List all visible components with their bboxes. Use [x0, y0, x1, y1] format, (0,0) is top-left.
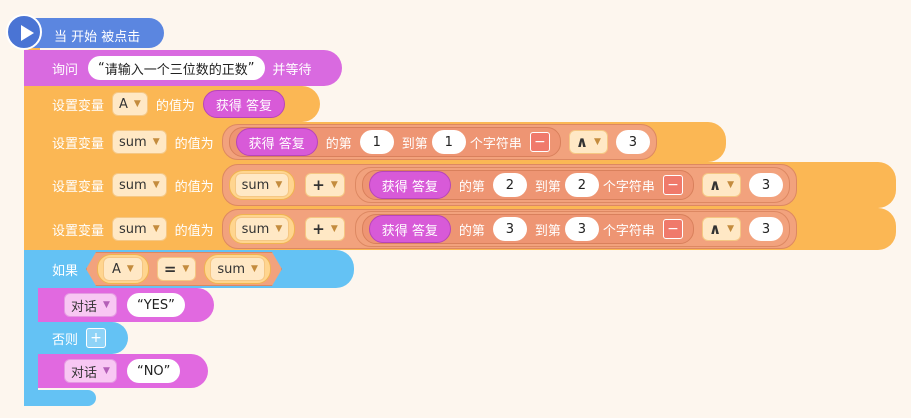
chars-label: 个字符串 — [602, 223, 655, 239]
to-label: 到第 — [534, 223, 561, 239]
add-else-if-icon[interactable]: + — [86, 328, 107, 348]
say-dropdown[interactable]: 对话 ▼ — [64, 293, 117, 317]
substring-reporter[interactable]: 获得 答复 的第 2 到第 2 个字符串 − — [361, 170, 694, 200]
say-yes-block[interactable]: 对话 ▼ “YES” — [38, 288, 214, 322]
value-label: 的值为 — [174, 136, 214, 152]
answer-reporter[interactable]: 获得 答复 — [368, 215, 451, 243]
else-label: 否则 — [52, 332, 79, 348]
chevron-down-icon: ▼ — [251, 264, 258, 274]
set-variable-sum-block-2[interactable]: 设置变量 sum ▼ 的值为 sum ▼ + ▼ 获得 答复 的第 2 到第 2 个字… — [24, 162, 896, 208]
set-label: 设置变量 — [52, 98, 105, 114]
answer-reporter[interactable]: 获得 答复 — [368, 171, 451, 199]
sum-variable-reporter[interactable]: sum ▼ — [204, 254, 271, 284]
sum-variable-reporter[interactable]: sum ▼ — [228, 214, 296, 244]
operator-dropdown[interactable]: ∧ ▼ — [568, 130, 608, 154]
say-dropdown[interactable]: 对话 ▼ — [64, 359, 117, 383]
hat-label: 当 开始 被点击 — [54, 30, 141, 45]
chevron-down-icon: ▼ — [152, 180, 160, 190]
play-icon — [6, 14, 42, 50]
from-index-input[interactable]: 2 — [492, 173, 527, 197]
if-else-footer — [24, 390, 96, 406]
sum-variable-reporter[interactable]: sum ▼ — [228, 170, 296, 200]
from-index-input[interactable]: 1 — [359, 130, 394, 154]
exponent-input[interactable]: 3 — [615, 130, 650, 154]
from-index-input[interactable]: 3 — [492, 217, 527, 241]
if-header[interactable]: 如果 A ▼ = ▼ sum ▼ — [24, 250, 354, 288]
variable-dropdown[interactable]: sum ▼ — [112, 130, 167, 154]
exponent-input[interactable]: 3 — [749, 217, 784, 241]
chevron-down-icon: ▼ — [275, 180, 283, 190]
to-index-input[interactable]: 3 — [564, 217, 599, 241]
left-variable-dropdown[interactable]: sum ▼ — [234, 217, 290, 241]
chevron-down-icon: ▼ — [182, 264, 190, 274]
plus-operator-dropdown[interactable]: + ▼ — [305, 173, 345, 197]
index-label: 的第 — [458, 179, 485, 195]
exponent-input[interactable]: 3 — [749, 173, 784, 197]
value-label: 的值为 — [155, 98, 195, 114]
chevron-down-icon: ▼ — [727, 224, 735, 234]
power-operator-reporter[interactable]: 获得 答复 的第 1 到第 1 个字符串 − ∧ ▼ 3 — [221, 124, 657, 160]
chevron-down-icon: ▼ — [594, 137, 601, 147]
operator-dropdown[interactable]: ∧ ▼ — [701, 217, 742, 241]
equals-operator-dropdown[interactable]: = ▼ — [157, 257, 197, 281]
to-label: 到第 — [534, 179, 561, 195]
equals-condition[interactable]: A ▼ = ▼ sum ▼ — [86, 252, 282, 286]
index-label: 的第 — [325, 136, 352, 152]
power-operator-reporter[interactable]: 获得 答复 的第 3 到第 3 个字符串 − ∧ ▼ 3 — [354, 211, 791, 247]
left-variable-dropdown[interactable]: sum ▼ — [234, 173, 290, 197]
to-index-input[interactable]: 1 — [431, 130, 466, 154]
set-variable-a-block[interactable]: 设置变量 A ▼ 的值为 获得 答复 — [24, 86, 320, 122]
set-variable-sum-block-1[interactable]: 设置变量 sum ▼ 的值为 获得 答复 的第 1 到第 1 个字符串 − ∧ ▼ … — [24, 122, 726, 162]
minus-icon[interactable]: − — [529, 132, 550, 152]
ask-label: 询问 — [52, 62, 79, 78]
chevron-down-icon: ▼ — [152, 224, 160, 234]
chevron-down-icon: ▼ — [727, 180, 735, 190]
power-operator-reporter[interactable]: 获得 答复 的第 2 到第 2 个字符串 − ∧ ▼ 3 — [354, 167, 791, 203]
substring-reporter[interactable]: 获得 答复 的第 1 到第 1 个字符串 − — [228, 127, 561, 157]
plus-operator-dropdown[interactable]: + ▼ — [305, 217, 345, 241]
chevron-down-icon: ▼ — [330, 224, 338, 234]
right-variable-dropdown[interactable]: sum ▼ — [210, 257, 265, 281]
say-no-block[interactable]: 对话 ▼ “NO” — [38, 354, 208, 388]
ask-block[interactable]: 询问 “请输入一个三位数的正数” 并等待 — [24, 50, 342, 86]
answer-reporter[interactable]: 获得 答复 — [202, 90, 285, 118]
else-header: 否则 + — [24, 322, 128, 354]
add-operator-reporter[interactable]: sum ▼ + ▼ 获得 答复 的第 3 到第 3 个字符串 − ∧ ▼ 3 — [221, 209, 798, 249]
say-text-input[interactable]: “NO” — [126, 359, 181, 383]
if-label: 如果 — [52, 263, 79, 279]
to-label: 到第 — [401, 136, 428, 152]
minus-icon[interactable]: − — [662, 175, 683, 195]
variable-dropdown[interactable]: sum ▼ — [112, 173, 167, 197]
set-label: 设置变量 — [52, 223, 105, 239]
ask-suffix: 并等待 — [272, 62, 312, 78]
chevron-down-icon: ▼ — [133, 99, 141, 109]
to-index-input[interactable]: 2 — [564, 173, 599, 197]
say-text-input[interactable]: “YES” — [126, 293, 185, 317]
chevron-down-icon: ▼ — [103, 300, 110, 310]
minus-icon[interactable]: − — [662, 219, 683, 239]
substring-reporter[interactable]: 获得 答复 的第 3 到第 3 个字符串 − — [361, 214, 694, 244]
answer-reporter[interactable]: 获得 答复 — [235, 128, 318, 156]
chevron-down-icon: ▼ — [152, 137, 160, 147]
chars-label: 个字符串 — [602, 179, 655, 195]
variable-dropdown[interactable]: A ▼ — [112, 92, 148, 116]
start-hat-block[interactable]: 当 开始 被点击 — [4, 14, 164, 50]
set-label: 设置变量 — [52, 136, 105, 152]
chevron-down-icon: ▼ — [275, 224, 283, 234]
chevron-down-icon: ▼ — [330, 180, 338, 190]
variable-dropdown[interactable]: sum ▼ — [112, 217, 167, 241]
chevron-down-icon: ▼ — [103, 366, 110, 376]
set-label: 设置变量 — [52, 179, 105, 195]
chars-label: 个字符串 — [469, 136, 522, 152]
ask-prompt-input[interactable]: “请输入一个三位数的正数” — [88, 56, 265, 80]
add-operator-reporter[interactable]: sum ▼ + ▼ 获得 答复 的第 2 到第 2 个字符串 − ∧ ▼ 3 — [221, 164, 798, 206]
chevron-down-icon: ▼ — [126, 264, 134, 274]
operator-dropdown[interactable]: ∧ ▼ — [701, 173, 742, 197]
value-label: 的值为 — [174, 223, 214, 239]
value-label: 的值为 — [174, 179, 214, 195]
set-variable-sum-block-3[interactable]: 设置变量 sum ▼ 的值为 sum ▼ + ▼ 获得 答复 的第 3 到第 3 个字… — [24, 208, 896, 250]
left-variable-dropdown[interactable]: A ▼ — [103, 257, 143, 281]
index-label: 的第 — [458, 223, 485, 239]
a-variable-reporter[interactable]: A ▼ — [97, 254, 149, 284]
